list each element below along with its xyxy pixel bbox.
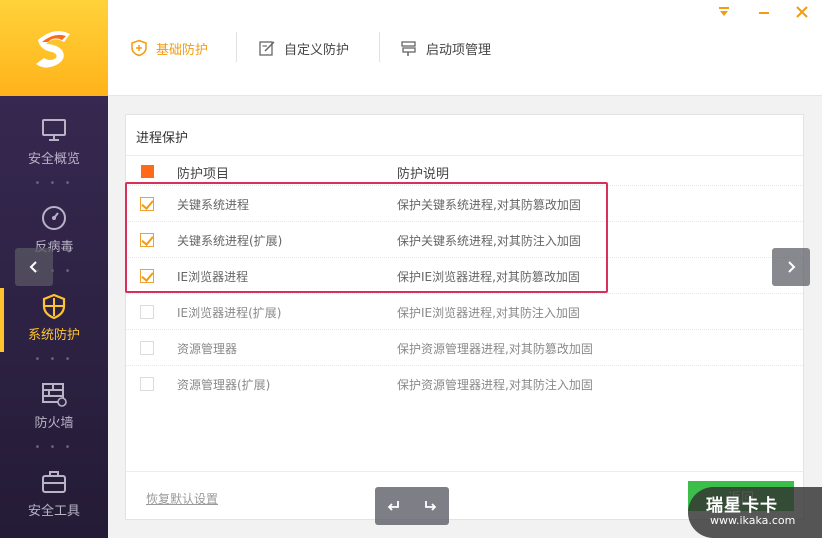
tab-divider — [379, 32, 380, 62]
undo-redo-bar — [375, 487, 449, 525]
rising-logo-icon — [36, 31, 70, 68]
monitor-icon — [42, 119, 66, 141]
table-row: 资源管理器 保护资源管理器进程,对其防篡改加固 — [126, 329, 803, 365]
watermark: 瑞星卡卡 www.ikaka.com — [688, 487, 822, 538]
chevron-left-icon — [29, 261, 37, 273]
tab-label: 自定义防护 — [284, 42, 350, 58]
gauge-icon — [42, 206, 66, 230]
tab-startup-management[interactable]: 启动项管理 — [400, 34, 491, 62]
table-row: IE浏览器进程(扩展) 保护IE浏览器进程,对其防注入加固 — [126, 293, 803, 329]
row-name: 资源管理器 — [177, 342, 238, 356]
tab-custom-protection[interactable]: 自定义防护 — [258, 34, 349, 62]
app-logo — [0, 0, 108, 96]
row-description: 保护IE浏览器进程,对其防注入加固 — [397, 306, 580, 320]
table-row: 资源管理器(扩展) 保护资源管理器进程,对其防注入加固 — [126, 365, 803, 401]
top-tab-bar: 基础防护 自定义防护 启动项管理 — [108, 0, 822, 96]
edit-icon — [259, 41, 275, 56]
row-name: IE浏览器进程(扩展) — [177, 306, 282, 320]
sidebar-item-label: 安全工具 — [27, 504, 80, 519]
signpost-icon — [401, 41, 416, 56]
redo-icon[interactable] — [423, 499, 437, 513]
separator-dots: • • • — [34, 178, 74, 189]
row-checkbox[interactable] — [140, 305, 154, 319]
watermark-brand: 瑞星卡卡 — [706, 496, 778, 516]
row-name: 资源管理器(扩展) — [177, 378, 271, 392]
sidebar-item-firewall[interactable]: 防火墙 — [0, 368, 108, 452]
process-protection-panel: 进程保护 防护项目 防护说明 关键系统进程 保护关键系统进程,对其防篡改加固 关… — [125, 114, 804, 520]
toolbox-icon — [42, 471, 66, 493]
row-description: 保护关键系统进程,对其防注入加固 — [397, 234, 581, 248]
divider — [126, 471, 803, 472]
sidebar-item-label: 系统防护 — [27, 328, 80, 343]
prev-arrow-button[interactable] — [15, 248, 53, 286]
row-checkbox[interactable] — [140, 233, 154, 247]
row-checkbox[interactable] — [140, 197, 154, 211]
menu-down-icon — [719, 7, 729, 16]
sidebar-item-system-protection[interactable]: 系统防护 — [0, 280, 108, 364]
separator-dots: • • • — [34, 442, 74, 453]
chevron-right-icon — [788, 261, 796, 273]
tab-basic-protection[interactable]: 基础防护 — [130, 34, 208, 62]
table-row: 关键系统进程 保护关键系统进程,对其防篡改加固 — [126, 185, 803, 221]
firewall-icon — [42, 383, 67, 407]
row-checkbox[interactable] — [140, 377, 154, 391]
panel-title: 进程保护 — [136, 131, 189, 146]
minimize-button[interactable] — [754, 2, 774, 22]
row-description: 保护资源管理器进程,对其防篡改加固 — [397, 342, 593, 356]
shield-plus-icon — [131, 39, 147, 57]
watermark-url: www.ikaka.com — [710, 514, 796, 527]
menu-down-button[interactable] — [714, 2, 734, 22]
table-row: 关键系统进程(扩展) 保护关键系统进程,对其防注入加固 — [126, 221, 803, 257]
table-header: 防护项目 防护说明 — [126, 159, 803, 185]
divider — [126, 155, 803, 156]
row-checkbox[interactable] — [140, 341, 154, 355]
separator-dots: • • • — [34, 354, 74, 365]
row-name: 关键系统进程(扩展) — [177, 234, 283, 248]
restore-defaults-link[interactable]: 恢复默认设置 — [146, 490, 218, 507]
undo-icon[interactable] — [387, 499, 401, 513]
minimize-icon — [759, 12, 769, 14]
tab-label: 启动项管理 — [426, 42, 492, 58]
sidebar-item-security-tools[interactable]: 安全工具 — [0, 456, 108, 538]
column-header-description: 防护说明 — [397, 167, 450, 182]
row-description: 保护关键系统进程,对其防篡改加固 — [397, 198, 581, 212]
row-name: IE浏览器进程 — [177, 270, 249, 284]
tab-divider — [236, 32, 237, 62]
sidebar-item-label: 防火墙 — [34, 416, 74, 431]
next-arrow-button[interactable] — [772, 248, 810, 286]
row-description: 保护资源管理器进程,对其防注入加固 — [397, 378, 593, 392]
shield-icon — [42, 293, 66, 320]
tab-label: 基础防护 — [156, 42, 209, 58]
row-description: 保护IE浏览器进程,对其防篡改加固 — [397, 270, 580, 284]
close-button[interactable] — [792, 2, 812, 22]
table-row: IE浏览器进程 保护IE浏览器进程,对其防篡改加固 — [126, 257, 803, 293]
row-checkbox[interactable] — [140, 269, 154, 283]
column-header-item: 防护项目 — [177, 167, 230, 182]
close-icon — [796, 6, 808, 18]
sidebar-item-overview[interactable]: 安全概览 — [0, 104, 108, 188]
select-all-checkbox[interactable] — [141, 165, 154, 178]
sidebar-item-label: 安全概览 — [27, 152, 80, 167]
row-name: 关键系统进程 — [177, 198, 250, 212]
